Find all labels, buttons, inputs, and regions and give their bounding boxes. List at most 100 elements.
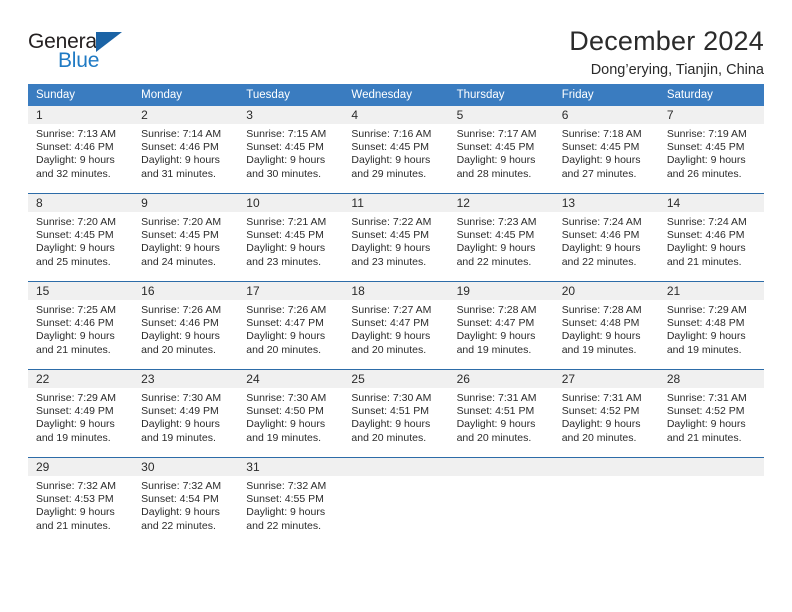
- calendar-day-cell[interactable]: 21 Sunrise: 7:29 AM Sunset: 4:48 PM Dayligh…: [658, 281, 764, 370]
- daylight-duration-line1: Daylight: 9 hours: [351, 154, 431, 167]
- sunset-time: Sunset: 4:49 PM: [36, 405, 114, 418]
- sunrise-time: Sunrise: 7:18 AM: [561, 128, 642, 140]
- calendar-day-cell[interactable]: 11 Sunrise: 7:22 AM Sunset: 4:45 PM Dayligh…: [343, 193, 449, 282]
- day-number: 6: [553, 106, 659, 124]
- calendar-day-cell[interactable]: 16 Sunrise: 7:26 AM Sunset: 4:46 PM Dayligh…: [133, 281, 239, 370]
- daylight-duration-line2: and 23 minutes.: [246, 255, 321, 268]
- sunset-time: Sunset: 4:51 PM: [456, 405, 535, 418]
- day-details: Sunrise: 7:32 AM Sunset: 4:55 PM Daylight:…: [238, 476, 343, 533]
- calendar-day-cell[interactable]: 23 Sunrise: 7:30 AM Sunset: 4:49 PM Dayligh…: [133, 369, 239, 458]
- calendar-day-cell[interactable]: 4 Sunrise: 7:16 AM Sunset: 4:45 PM Daylight…: [343, 106, 449, 194]
- calendar-week-row: 22 Sunrise: 7:29 AM Sunset: 4:49 PM Dayligh…: [28, 369, 764, 458]
- day-details: Sunrise: 7:25 AM Sunset: 4:46 PM Daylight:…: [28, 300, 133, 357]
- day-details: Sunrise: 7:23 AM Sunset: 4:45 PM Daylight:…: [449, 212, 554, 269]
- calendar-day-cell[interactable]: 3 Sunrise: 7:15 AM Sunset: 4:45 PM Daylight…: [238, 106, 344, 194]
- daylight-duration-line2: and 20 minutes.: [351, 343, 427, 356]
- generalblue-logo[interactable]: General Blue: [28, 26, 140, 72]
- calendar-header-row: Sunday Monday Tuesday Wednesday Thursday…: [28, 84, 764, 106]
- day-details: Sunrise: 7:30 AM Sunset: 4:50 PM Daylight:…: [238, 388, 343, 445]
- calendar-body: 1 Sunrise: 7:13 AM Sunset: 4:46 PM Daylight…: [28, 106, 764, 545]
- day-number: [553, 458, 659, 476]
- calendar-week-row: 1 Sunrise: 7:13 AM Sunset: 4:46 PM Daylight…: [28, 106, 764, 194]
- calendar-day-cell[interactable]: 29 Sunrise: 7:32 AM Sunset: 4:53 PM Dayligh…: [28, 457, 134, 545]
- calendar-day-cell[interactable]: 14 Sunrise: 7:24 AM Sunset: 4:46 PM Dayligh…: [658, 193, 764, 282]
- day-number: [343, 458, 449, 476]
- calendar-day-cell[interactable]: 7 Sunrise: 7:19 AM Sunset: 4:45 PM Daylight…: [658, 106, 764, 194]
- daylight-duration-line1: Daylight: 9 hours: [561, 330, 641, 343]
- daylight-duration-line2: and 20 minutes.: [456, 431, 532, 444]
- sunset-time: Sunset: 4:55 PM: [246, 493, 324, 506]
- calendar-day-cell-empty: [553, 457, 659, 545]
- calendar-day-cell-empty: [658, 457, 764, 545]
- sunset-time: Sunset: 4:45 PM: [666, 141, 745, 154]
- daylight-duration-line2: and 19 minutes.: [456, 343, 532, 356]
- day-number: 4: [343, 106, 449, 124]
- calendar-day-cell[interactable]: 17 Sunrise: 7:26 AM Sunset: 4:47 PM Dayligh…: [238, 281, 344, 370]
- calendar-day-cell[interactable]: 2 Sunrise: 7:14 AM Sunset: 4:46 PM Daylight…: [133, 106, 239, 194]
- calendar-day-cell[interactable]: 22 Sunrise: 7:29 AM Sunset: 4:49 PM Dayligh…: [28, 369, 134, 458]
- logo-text-blue: Blue: [58, 49, 100, 72]
- sunset-time: Sunset: 4:51 PM: [351, 405, 430, 418]
- calendar-day-cell[interactable]: 26 Sunrise: 7:31 AM Sunset: 4:51 PM Dayligh…: [448, 369, 554, 458]
- day-number: 17: [238, 282, 344, 300]
- calendar-day-cell[interactable]: 28 Sunrise: 7:31 AM Sunset: 4:52 PM Dayligh…: [658, 369, 764, 458]
- daylight-duration-line2: and 20 minutes.: [246, 343, 321, 356]
- day-details: Sunrise: 7:20 AM Sunset: 4:45 PM Daylight:…: [133, 212, 238, 269]
- day-number: 20: [553, 282, 659, 300]
- day-details: Sunrise: 7:29 AM Sunset: 4:48 PM Daylight:…: [659, 300, 764, 357]
- sunset-time: Sunset: 4:46 PM: [36, 317, 114, 330]
- calendar-day-cell[interactable]: 10 Sunrise: 7:21 AM Sunset: 4:45 PM Dayligh…: [238, 193, 344, 282]
- day-details: Sunrise: 7:16 AM Sunset: 4:45 PM Daylight:…: [343, 124, 448, 181]
- calendar-day-cell[interactable]: 20 Sunrise: 7:28 AM Sunset: 4:48 PM Dayligh…: [553, 281, 659, 370]
- calendar-day-cell[interactable]: 30 Sunrise: 7:32 AM Sunset: 4:54 PM Dayligh…: [133, 457, 239, 545]
- calendar-day-cell[interactable]: 6 Sunrise: 7:18 AM Sunset: 4:45 PM Daylight…: [553, 106, 659, 194]
- daylight-duration-line1: Daylight: 9 hours: [141, 506, 220, 519]
- day-number: 14: [658, 194, 764, 212]
- calendar-day-cell[interactable]: 25 Sunrise: 7:30 AM Sunset: 4:51 PM Dayligh…: [343, 369, 449, 458]
- daylight-duration-line2: and 27 minutes.: [561, 167, 637, 180]
- daylight-duration-line1: Daylight: 9 hours: [36, 506, 115, 519]
- calendar-day-cell[interactable]: 5 Sunrise: 7:17 AM Sunset: 4:45 PM Daylight…: [448, 106, 554, 194]
- page-header: General Blue December 2024 Dong’erying, …: [28, 0, 764, 79]
- daylight-duration-line1: Daylight: 9 hours: [36, 418, 115, 431]
- calendar-day-cell[interactable]: 8 Sunrise: 7:20 AM Sunset: 4:45 PM Daylight…: [28, 193, 134, 282]
- sunset-time: Sunset: 4:45 PM: [351, 141, 430, 154]
- sunset-time: Sunset: 4:52 PM: [561, 405, 640, 418]
- calendar-day-cell[interactable]: 15 Sunrise: 7:25 AM Sunset: 4:46 PM Dayligh…: [28, 281, 134, 370]
- day-number: 16: [133, 282, 239, 300]
- sunset-time: Sunset: 4:48 PM: [666, 317, 745, 330]
- daylight-duration-line1: Daylight: 9 hours: [666, 242, 746, 255]
- calendar-day-cell[interactable]: 31 Sunrise: 7:32 AM Sunset: 4:55 PM Dayligh…: [238, 457, 344, 545]
- day-number: 21: [658, 282, 764, 300]
- calendar-day-cell[interactable]: 1 Sunrise: 7:13 AM Sunset: 4:46 PM Daylight…: [28, 106, 134, 194]
- calendar-day-cell[interactable]: 27 Sunrise: 7:31 AM Sunset: 4:52 PM Dayligh…: [553, 369, 659, 458]
- daylight-duration-line1: Daylight: 9 hours: [666, 154, 746, 167]
- daylight-duration-line2: and 20 minutes.: [351, 431, 427, 444]
- daylight-duration-line2: and 22 minutes.: [141, 519, 216, 532]
- weekday-header-wednesday: Wednesday: [343, 84, 449, 106]
- sunset-time: Sunset: 4:46 PM: [141, 141, 219, 154]
- sunrise-time: Sunrise: 7:29 AM: [666, 304, 747, 316]
- calendar-day-cell[interactable]: 13 Sunrise: 7:24 AM Sunset: 4:46 PM Dayligh…: [553, 193, 659, 282]
- calendar-day-cell[interactable]: 9 Sunrise: 7:20 AM Sunset: 4:45 PM Daylight…: [133, 193, 239, 282]
- page-subtitle: Dong’erying, Tianjin, China: [590, 62, 764, 79]
- day-number: 23: [133, 370, 239, 388]
- day-details: Sunrise: 7:17 AM Sunset: 4:45 PM Daylight:…: [449, 124, 554, 181]
- day-number: 13: [553, 194, 659, 212]
- sunrise-time: Sunrise: 7:13 AM: [36, 128, 116, 140]
- daylight-duration-line1: Daylight: 9 hours: [141, 242, 220, 255]
- calendar-day-cell[interactable]: 12 Sunrise: 7:23 AM Sunset: 4:45 PM Dayligh…: [448, 193, 554, 282]
- daylight-duration-line2: and 24 minutes.: [141, 255, 216, 268]
- sunset-time: Sunset: 4:50 PM: [246, 405, 324, 418]
- calendar-day-cell[interactable]: 18 Sunrise: 7:27 AM Sunset: 4:47 PM Dayligh…: [343, 281, 449, 370]
- day-number: 7: [658, 106, 764, 124]
- day-details: Sunrise: 7:21 AM Sunset: 4:45 PM Daylight:…: [238, 212, 343, 269]
- weekday-header-thursday: Thursday: [448, 84, 554, 106]
- calendar-day-cell[interactable]: 19 Sunrise: 7:28 AM Sunset: 4:47 PM Dayligh…: [448, 281, 554, 370]
- day-details: Sunrise: 7:24 AM Sunset: 4:46 PM Daylight:…: [554, 212, 659, 269]
- calendar-day-cell[interactable]: 24 Sunrise: 7:30 AM Sunset: 4:50 PM Dayligh…: [238, 369, 344, 458]
- daylight-duration-line1: Daylight: 9 hours: [351, 330, 431, 343]
- sunset-time: Sunset: 4:46 PM: [36, 141, 114, 154]
- sunset-time: Sunset: 4:45 PM: [141, 229, 219, 242]
- day-number: 27: [553, 370, 659, 388]
